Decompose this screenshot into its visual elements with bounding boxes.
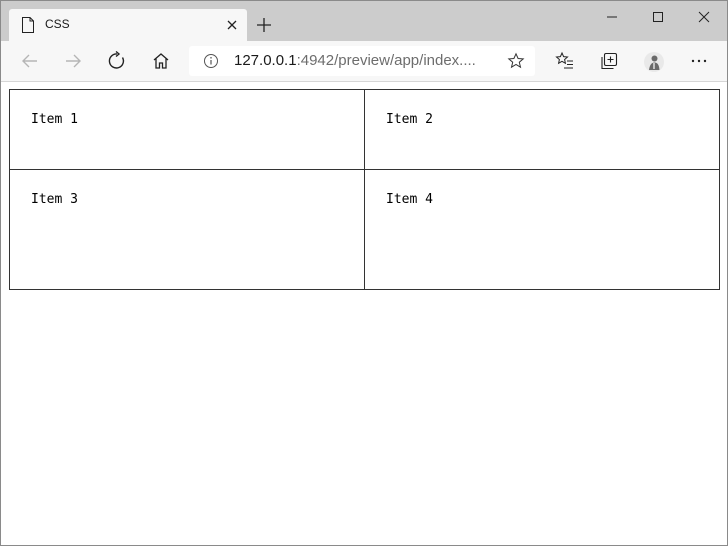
minimize-icon [605, 10, 619, 24]
grid-item: Item 1 [10, 90, 365, 170]
maximize-button[interactable] [635, 1, 681, 33]
back-arrow-icon[interactable] [18, 49, 42, 73]
url-text[interactable]: 127.0.0.1:4942/preview/app/index.... [234, 52, 476, 69]
tab-title: CSS [45, 17, 70, 31]
toolbar: 127.0.0.1:4942/preview/app/index.... [1, 41, 727, 82]
close-icon [697, 10, 711, 24]
favorites-icon[interactable] [553, 49, 577, 73]
more-icon[interactable] [687, 49, 711, 73]
page-icon [20, 16, 36, 34]
item-grid: Item 1 Item 2 Item 3 Item 4 [9, 89, 720, 290]
title-bar: CSS [1, 1, 727, 41]
page-viewport: Item 1 Item 2 Item 3 Item 4 [1, 82, 727, 545]
url-host: 127.0.0.1 [234, 52, 297, 69]
info-icon[interactable] [203, 53, 219, 69]
grid-item: Item 4 [365, 170, 720, 290]
home-icon[interactable] [149, 49, 173, 73]
url-path: :4942/preview/app/index.... [297, 52, 476, 69]
profile-icon[interactable] [641, 49, 665, 73]
close-tab-icon[interactable] [225, 18, 239, 32]
close-window-button[interactable] [681, 1, 727, 33]
grid-item: Item 2 [365, 90, 720, 170]
maximize-icon [651, 10, 665, 24]
forward-arrow-icon[interactable] [61, 49, 85, 73]
tab-css[interactable]: CSS [9, 9, 247, 41]
browser-window: CSS [0, 0, 728, 546]
new-tab-icon[interactable] [254, 15, 274, 35]
minimize-button[interactable] [589, 1, 635, 33]
star-icon[interactable] [507, 52, 525, 70]
refresh-icon[interactable] [105, 49, 129, 73]
address-bar[interactable]: 127.0.0.1:4942/preview/app/index.... [189, 46, 535, 76]
grid-item: Item 3 [10, 170, 365, 290]
collections-icon[interactable] [597, 49, 621, 73]
